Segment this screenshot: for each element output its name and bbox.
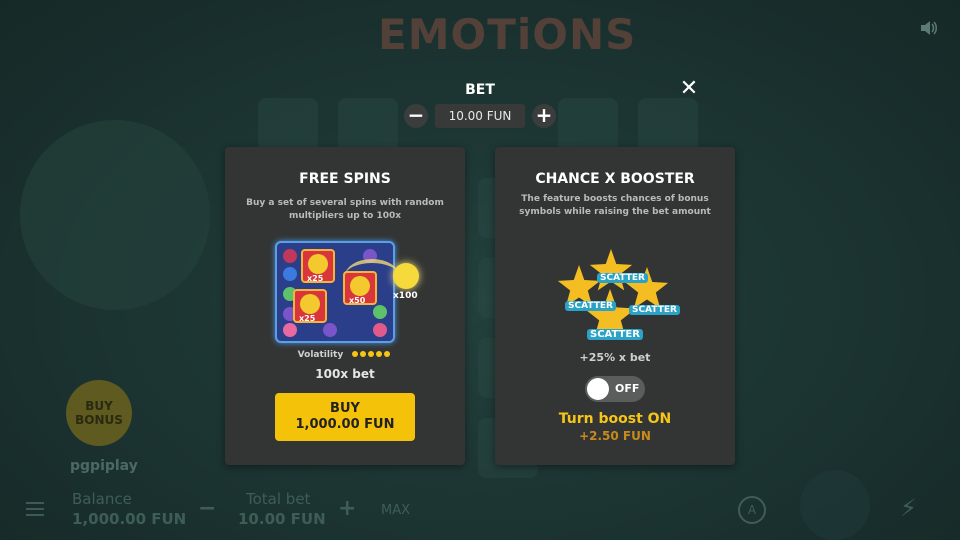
scatter-label: SCATTER <box>565 301 616 311</box>
star-icon <box>589 249 633 291</box>
decrease-bet-button[interactable]: − <box>404 104 428 128</box>
turn-boost-label: Turn boost ON <box>558 411 672 427</box>
volatility-dot <box>384 351 391 357</box>
booster-bet-increase: +25% x bet <box>579 351 651 364</box>
volatility-row: Volatility <box>225 350 465 360</box>
multiplier-tile: x25 <box>301 249 335 283</box>
scatter-label: SCATTER <box>587 329 643 340</box>
booster-extra-cost: +2.50 FUN <box>579 429 651 443</box>
buy-button-label: BUY <box>330 401 360 416</box>
toggle-knob <box>587 378 609 400</box>
sun-face-icon <box>393 263 419 289</box>
volatility-label: Volatility <box>297 350 344 360</box>
volatility-indicator <box>352 350 392 360</box>
background-tree <box>20 120 210 310</box>
lightning-icon[interactable]: ⚡ <box>900 494 917 522</box>
booster-title: CHANCE X BOOSTER <box>535 171 695 187</box>
sound-icon[interactable] <box>918 18 938 38</box>
scatter-label: SCATTER <box>629 305 680 315</box>
buy-free-spins-button[interactable]: BUY 1,000.00 FUN <box>275 393 415 441</box>
scatter-stars-illustration: SCATTER SCATTER SCATTER SCATTER <box>555 247 680 345</box>
free-spins-title: FREE SPINS <box>299 171 391 187</box>
increase-bet-button[interactable]: + <box>532 104 556 128</box>
booster-card: CHANCE X BOOSTER The feature boosts chan… <box>495 147 735 465</box>
menu-icon[interactable] <box>26 502 44 516</box>
bet-value: 10.00 FUN <box>435 104 525 128</box>
decrease-bet-button-bg[interactable]: − <box>198 496 216 521</box>
free-spins-illustration: x25 x50 x25 x100 <box>275 239 419 343</box>
volatility-dot <box>360 351 367 357</box>
scatter-label: SCATTER <box>597 273 648 283</box>
spin-button[interactable] <box>800 470 870 540</box>
max-multiplier-label: x100 <box>393 291 418 301</box>
buy-bonus-button[interactable]: BUY BONUS <box>66 380 132 446</box>
total-bet-label: Total bet <box>246 490 311 508</box>
bet-title: BET <box>465 82 495 98</box>
free-spins-description: Buy a set of several spins with random m… <box>246 198 444 221</box>
volatility-dot <box>352 351 359 357</box>
booster-toggle[interactable]: OFF <box>585 376 645 402</box>
multiplier-tile: x25 <box>293 289 327 323</box>
free-spins-cost-multiplier: 100x bet <box>315 367 375 381</box>
toggle-state-label: OFF <box>615 382 640 395</box>
close-icon[interactable]: ✕ <box>678 78 700 100</box>
max-bet-button[interactable]: MAX <box>381 503 410 518</box>
total-bet-value: 10.00 FUN <box>238 510 326 528</box>
free-spins-card: FREE SPINS Buy a set of several spins wi… <box>225 147 465 465</box>
multiplier-trail <box>345 259 399 293</box>
game-logo: EMOTiONS <box>378 10 637 59</box>
buy-button-price: 1,000.00 FUN <box>295 417 395 432</box>
balance-value: 1,000.00 FUN <box>72 510 187 528</box>
balance-label: Balance <box>72 490 132 508</box>
increase-bet-button-bg[interactable]: + <box>338 496 356 521</box>
volatility-dot <box>376 351 383 357</box>
brand-logo: pgpiplay <box>70 458 138 474</box>
volatility-dot <box>368 351 375 357</box>
booster-description: The feature boosts chances of bonus symb… <box>519 194 711 217</box>
autoplay-icon[interactable]: A <box>738 496 766 524</box>
